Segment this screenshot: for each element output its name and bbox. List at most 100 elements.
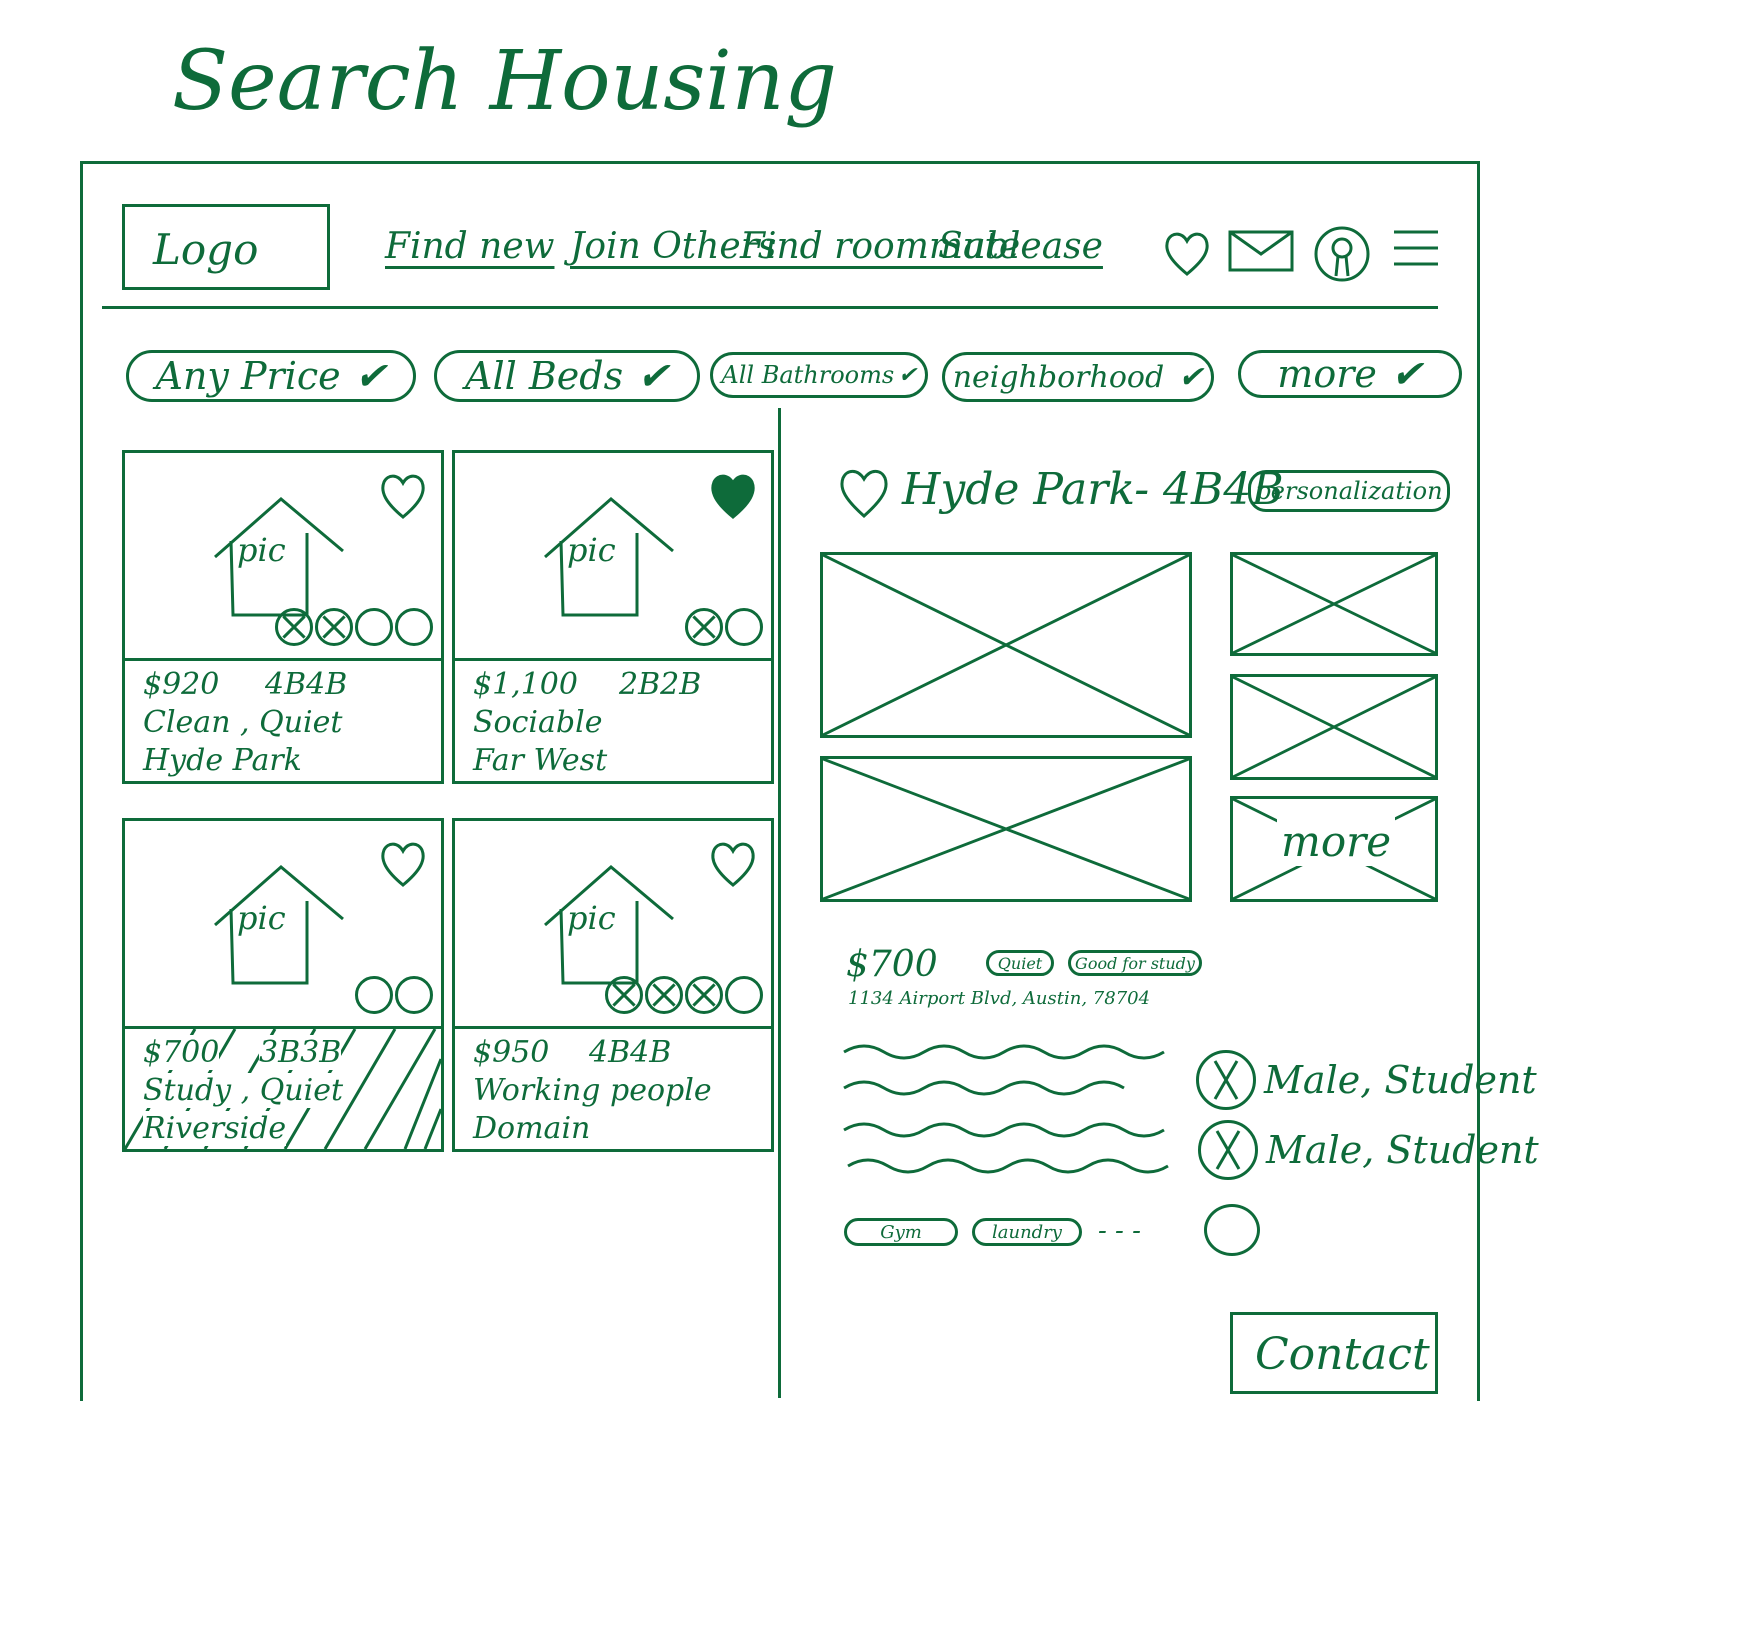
- listing-neighborhood: Far West: [473, 743, 608, 778]
- listing-photo: pic: [125, 453, 441, 661]
- contact-label: Contact: [1255, 1329, 1430, 1380]
- page-title: Search Housing: [172, 34, 837, 129]
- filter-more[interactable]: more ✔: [1238, 350, 1462, 398]
- more-photos-label: more: [1277, 817, 1396, 866]
- menu-icon[interactable]: [1392, 228, 1440, 268]
- heart-filled-icon[interactable]: [705, 467, 761, 523]
- filter-bathrooms-label: All Bathrooms: [721, 361, 895, 389]
- roommate-slots: [275, 608, 433, 646]
- slot-open: [355, 976, 393, 1014]
- listing-tags: Study , Quiet: [143, 1073, 344, 1108]
- roommate-slots: [355, 976, 433, 1014]
- slot-taken: [685, 976, 723, 1014]
- listing-price: $700: [143, 1035, 220, 1070]
- listing-card[interactable]: pic $920 4B4B Clean , Quiet Hyde Park: [122, 450, 444, 784]
- listing-neighborhood: Domain: [473, 1111, 591, 1146]
- filter-more-label: more: [1277, 352, 1377, 396]
- nav-find-new[interactable]: Find new: [385, 226, 554, 267]
- filter-beds[interactable]: All Beds ✔: [434, 350, 700, 402]
- chevron-down-icon: ✔: [1178, 359, 1204, 395]
- slot-open: [395, 608, 433, 646]
- slot-taken: [605, 976, 643, 1014]
- photo-secondary[interactable]: [820, 756, 1192, 902]
- photo-placeholder-label: pic: [567, 899, 616, 937]
- roommate-label: Male, Student: [1264, 1058, 1537, 1102]
- detail-address: 1134 Airport Blvd, Austin, 78704: [848, 988, 1151, 1009]
- roommate-label: Male, Student: [1266, 1128, 1539, 1172]
- roommate-slots: [605, 976, 763, 1014]
- filter-neighborhood-label: neighborhood: [952, 359, 1165, 395]
- profile-icon[interactable]: [1312, 224, 1372, 284]
- chevron-down-icon: ✔: [637, 354, 669, 398]
- slot-taken: [645, 976, 683, 1014]
- listing-price: $920: [143, 667, 220, 702]
- image-placeholder-icon: [823, 555, 1189, 735]
- roommate-row: Male, Student: [1196, 1050, 1537, 1110]
- amenities-more: - - -: [1098, 1216, 1141, 1246]
- tag-chip: Quiet: [986, 950, 1054, 976]
- roommate-open-slot: [1204, 1204, 1260, 1256]
- chevron-down-icon: ✔: [1390, 352, 1423, 396]
- photo-thumb[interactable]: [1230, 674, 1438, 780]
- heart-icon[interactable]: [375, 467, 431, 523]
- roommate-avatar: [1196, 1050, 1256, 1110]
- listing-photo: pic: [455, 821, 771, 1029]
- listing-card[interactable]: pic $950 4B4B Working people Domain: [452, 818, 774, 1152]
- listing-price: $950: [473, 1035, 550, 1070]
- photo-thumb[interactable]: [1230, 552, 1438, 656]
- listing-card-selected[interactable]: pic $700 3B3B Study , Quiet Riverside: [122, 818, 444, 1152]
- slot-open: [395, 976, 433, 1014]
- description-placeholder: [843, 1044, 1169, 1174]
- logo-label: Logo: [153, 225, 259, 274]
- listing-beds: 2B2B: [619, 667, 702, 702]
- heart-icon[interactable]: [375, 835, 431, 891]
- heart-icon[interactable]: [705, 835, 761, 891]
- amenity-chip: Gym: [844, 1218, 958, 1246]
- slot-open: [725, 608, 763, 646]
- slot-taken: [685, 608, 723, 646]
- listing-info: $920 4B4B Clean , Quiet Hyde Park: [125, 661, 441, 795]
- filter-neighborhood[interactable]: neighborhood ✔: [942, 352, 1214, 402]
- personalization-button[interactable]: personalization: [1248, 470, 1450, 512]
- filter-beds-label: All Beds: [465, 354, 624, 398]
- chevron-down-icon: ✔: [354, 354, 387, 398]
- detail-title: Hyde Park- 4B4B: [902, 464, 1284, 515]
- listing-tags: Clean , Quiet: [143, 705, 343, 740]
- roommate-avatar: [1198, 1120, 1258, 1180]
- slot-open: [725, 976, 763, 1014]
- favorite-heart-icon[interactable]: [834, 462, 894, 522]
- filter-price[interactable]: Any Price ✔: [126, 350, 416, 402]
- listing-tags: Working people: [473, 1073, 712, 1108]
- image-placeholder-icon: [823, 759, 1189, 899]
- detail-price: $700: [846, 944, 938, 985]
- filter-bathrooms[interactable]: All Bathrooms ✔: [710, 352, 928, 398]
- image-placeholder-icon: [1233, 555, 1435, 653]
- listing-beds: 4B4B: [265, 667, 348, 702]
- photo-placeholder-label: pic: [567, 531, 616, 569]
- listing-neighborhood: Hyde Park: [143, 743, 302, 778]
- tag-chip: Good for study: [1068, 950, 1202, 976]
- image-placeholder-icon: [1233, 677, 1435, 777]
- logo[interactable]: Logo: [122, 204, 330, 290]
- slot-taken: [315, 608, 353, 646]
- contact-button[interactable]: Contact: [1230, 1312, 1438, 1394]
- listing-neighborhood: Riverside: [143, 1111, 287, 1146]
- slot-taken: [275, 608, 313, 646]
- mail-icon[interactable]: [1228, 228, 1294, 274]
- heart-icon[interactable]: [1160, 226, 1214, 280]
- roommate-row: Male, Student: [1198, 1120, 1539, 1180]
- header-divider: [102, 306, 1438, 309]
- listing-card[interactable]: pic $1,100 2B2B Sociable Far West: [452, 450, 774, 784]
- slot-open: [355, 608, 393, 646]
- listing-photo: pic: [125, 821, 441, 1029]
- listing-beds: 4B4B: [589, 1035, 672, 1070]
- listing-info: $1,100 2B2B Sociable Far West: [455, 661, 771, 795]
- listing-info: $700 3B3B Study , Quiet Riverside: [125, 1029, 441, 1149]
- roommate-avatar-empty: [1204, 1204, 1260, 1256]
- chevron-down-icon: ✔: [898, 362, 917, 388]
- nav-sublease[interactable]: Sublease: [938, 226, 1103, 267]
- photo-more-button[interactable]: more: [1230, 796, 1438, 902]
- listing-beds: 3B3B: [259, 1035, 342, 1070]
- amenity-chip: laundry: [972, 1218, 1082, 1246]
- photo-main[interactable]: [820, 552, 1192, 738]
